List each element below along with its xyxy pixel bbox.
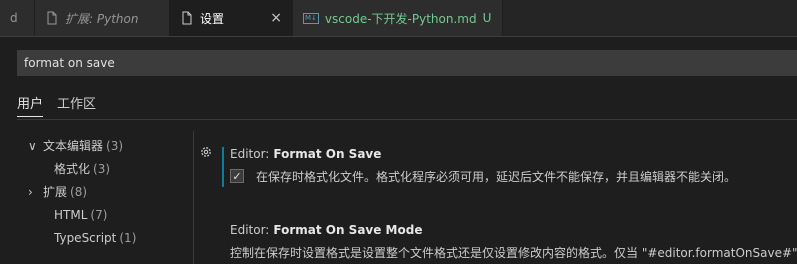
markdown-icon: M↓ xyxy=(303,12,319,24)
settings-search-input[interactable]: format on save xyxy=(17,50,797,76)
setting-value-row: ✓ 在保存时格式化文件。格式化程序必须可用，延迟后文件不能保存，并且编辑器不能关… xyxy=(230,165,797,187)
toc-sash[interactable] xyxy=(193,131,194,264)
toc-item-text-editor[interactable]: ∨ 文本编辑器 (3) xyxy=(28,134,188,157)
toc-count: (3) xyxy=(93,161,111,176)
toc-item-extensions[interactable]: › 扩展 (8) xyxy=(28,180,188,203)
untracked-status-badge: U xyxy=(482,11,492,25)
setting-description: 在保存时格式化文件。格式化程序必须可用，延迟后文件不能保存，并且编辑器不能关闭。 xyxy=(256,169,737,184)
tab-markdown-file[interactable]: M↓ vscode-下开发-Python.md U xyxy=(293,0,503,36)
search-query: format on save xyxy=(24,56,115,70)
toc-label: TypeScript xyxy=(54,230,117,245)
setting-format-on-save-mode: Editor: Format On Save Mode 控制在保存时设置格式是设… xyxy=(230,220,797,263)
gear-icon[interactable] xyxy=(199,145,213,162)
tab-workspace[interactable]: 工作区 xyxy=(57,88,96,116)
toc-label: 扩展 xyxy=(43,185,68,199)
toc-count: (3) xyxy=(106,138,124,153)
format-on-save-checkbox[interactable]: ✓ xyxy=(230,169,244,183)
tab-extension-python[interactable]: 扩展: Python xyxy=(35,0,170,36)
chevron-down-icon: ∨ xyxy=(28,138,37,153)
toc-label: 格式化 xyxy=(54,162,91,176)
tab-settings[interactable]: 设置 × xyxy=(170,0,293,36)
settings-scope-tabs: 用户 工作区 xyxy=(17,88,110,118)
toc-item-html[interactable]: HTML (7) xyxy=(28,203,188,226)
tab-user[interactable]: 用户 xyxy=(17,88,44,117)
editor-tab-bar: d 扩展: Python 设置 × M↓ vscode-下开发-Python.m… xyxy=(0,0,797,36)
modified-indicator xyxy=(222,147,224,187)
scope-divider xyxy=(17,119,797,120)
setting-title: Editor: Format On Save Mode xyxy=(230,220,797,240)
close-icon[interactable]: × xyxy=(262,10,282,26)
setting-category: Editor: xyxy=(230,147,270,161)
tab-label: 扩展: Python xyxy=(65,11,139,26)
file-icon xyxy=(45,11,59,25)
chevron-right-icon: › xyxy=(28,184,33,199)
toc-item-formatting[interactable]: 格式化 (3) xyxy=(28,157,188,180)
tab-label: 设置 xyxy=(200,11,225,26)
tab-label: vscode-下开发-Python.md xyxy=(324,11,477,26)
toc-count: (1) xyxy=(119,230,137,245)
setting-title: Editor: Format On Save xyxy=(230,144,797,164)
toc-item-typescript[interactable]: TypeScript (1) xyxy=(28,226,188,249)
toc-count: (8) xyxy=(70,184,88,199)
setting-format-on-save: Editor: Format On Save ✓ 在保存时格式化文件。格式化程序… xyxy=(230,144,797,187)
setting-description: 控制在保存时设置格式是设置整个文件格式还是仅设置修改内容的格式。仅当 "#edi… xyxy=(230,245,797,260)
tab-label: d xyxy=(10,11,18,25)
setting-key: Format On Save xyxy=(273,147,382,161)
setting-key: Format On Save Mode xyxy=(273,223,423,237)
tab-previous[interactable]: d xyxy=(0,0,35,36)
toc-count: (7) xyxy=(90,207,108,222)
settings-toc: ∨ 文本编辑器 (3) 格式化 (3) › 扩展 (8) HTML (7) Ty… xyxy=(28,134,188,249)
setting-category: Editor: xyxy=(230,223,270,237)
toc-label: 文本编辑器 xyxy=(43,139,104,153)
setting-description-row: 控制在保存时设置格式是设置整个文件格式还是仅设置修改内容的格式。仅当 "#edi… xyxy=(230,241,797,263)
tab-bar-divider xyxy=(0,36,797,37)
file-icon xyxy=(180,11,194,25)
toc-label: HTML xyxy=(54,207,88,222)
